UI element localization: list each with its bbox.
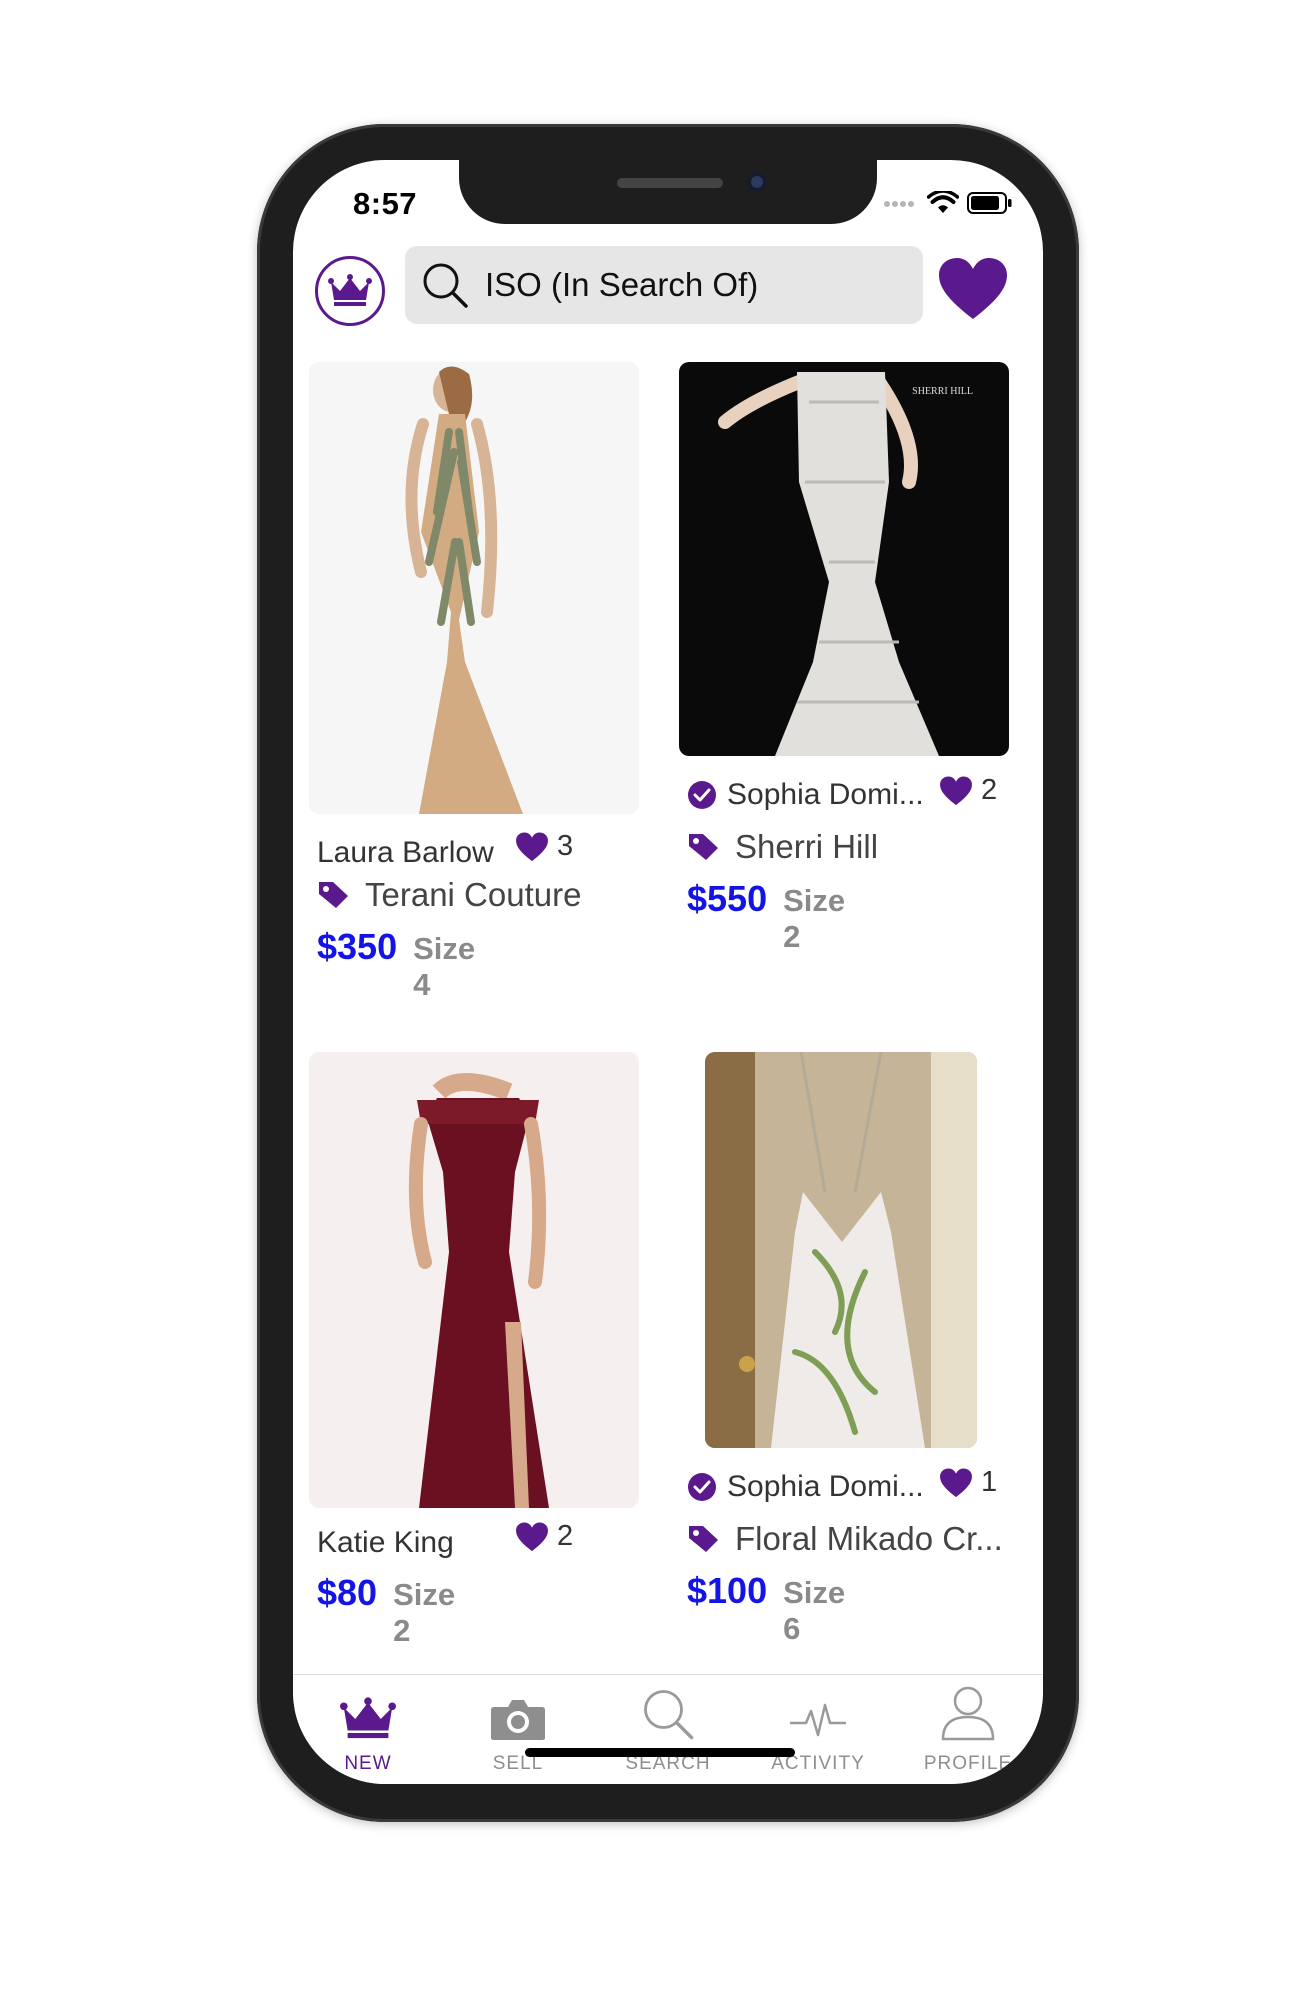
listing-size: Size 6 [783,1575,846,1646]
search-input[interactable] [485,266,905,304]
app-screen: 8:57 ISO (In Search Of) Laura Barlow 3 T… [293,160,1043,1784]
listing-seller[interactable]: Katie King [317,1526,517,1560]
listing-photo-white-lace-gown[interactable]: SHERRI HILL [679,362,1009,756]
listing-seller[interactable]: Sophia Domi... [687,778,933,812]
like-control[interactable]: 1 [939,1466,997,1499]
seller-name: Katie King [317,1526,454,1559]
crown-icon [340,1697,396,1739]
tab-bar: NEW SELL SEARCH ACTIVITY PROFILE [293,1674,1043,1784]
phone-frame: 8:57 ISO (In Search Of) Laura Barlow 3 T… [257,124,1079,1822]
tag-icon [689,834,718,860]
like-count: 1 [981,1466,998,1498]
listing-seller[interactable]: Sophia Domi... [687,1470,933,1504]
search-icon [644,1690,694,1740]
listing-seller[interactable]: Laura Barlow [317,836,517,870]
crown-home-button[interactable] [315,256,385,326]
listing-price: $80 [317,1572,378,1613]
device-notch [459,160,877,224]
verified-icon [688,781,716,809]
tag-icon [689,1526,718,1552]
heart-icon [940,775,972,805]
like-control[interactable]: 2 [515,1520,573,1553]
favorites-button[interactable] [933,254,1013,324]
price-row: $100 Size 6 [687,1570,845,1647]
tab-label: PROFILE [923,1753,1013,1774]
battery-icon [967,192,1012,214]
seller-name: Sophia Domi... [727,1470,924,1503]
like-count: 2 [981,774,998,806]
listing-price: $100 [687,1570,768,1611]
listing-size: Size 4 [413,931,476,1002]
tab-search[interactable]: SEARCH [593,1675,743,1775]
cellular-signal-icon [884,201,914,207]
listing-price: $350 [317,926,398,967]
brand-row: Sherri Hill [687,828,878,866]
tab-activity[interactable]: ACTIVITY [743,1675,893,1775]
like-count: 2 [557,1520,574,1552]
brand-name: Sherri Hill [735,828,879,865]
wifi-icon [927,191,959,213]
heart-icon [940,1467,972,1497]
brand-row: Floral Mikado Cr... [687,1520,1037,1558]
camera-icon [491,1700,545,1740]
search-bar[interactable] [405,246,923,324]
like-control[interactable]: 3 [515,830,573,863]
status-time: 8:57 [353,186,418,221]
home-indicator[interactable] [525,1748,795,1757]
image-watermark: SHERRI HILL [912,386,973,397]
tab-label: NEW [344,1753,392,1774]
activity-icon [790,1703,846,1737]
tag-icon [319,882,348,908]
front-camera [747,172,767,192]
speaker-grille [617,178,723,188]
seller-name: Laura Barlow [317,836,494,869]
heart-icon [516,831,548,861]
profile-icon [941,1686,995,1741]
heart-icon [516,1521,548,1551]
heart-icon [939,258,1007,319]
seller-name: Sophia Domi... [727,778,924,811]
listing-price: $550 [687,878,768,919]
listing-photo-floral-dress[interactable] [705,1052,977,1448]
crown-icon [328,274,372,306]
price-row: $350 Size 4 [317,926,475,1003]
listing-size: Size 2 [393,1577,456,1648]
brand-row: Terani Couture [317,876,581,914]
verified-icon [688,1473,716,1501]
like-count: 3 [557,830,574,862]
listing-size: Size 2 [783,883,846,954]
tab-profile[interactable]: PROFILE [893,1675,1043,1775]
status-icons [883,188,1013,218]
price-row: $550 Size 2 [687,878,845,955]
tab-sell[interactable]: SELL [443,1675,593,1775]
listing-photo-burgundy-gown[interactable] [309,1052,639,1508]
price-row: $80 Size 2 [317,1572,455,1649]
tab-new[interactable]: NEW [293,1675,443,1775]
like-control[interactable]: 2 [939,774,997,807]
brand-name: Terani Couture [365,876,582,913]
brand-name: Floral Mikado Cr... [735,1520,1003,1557]
search-icon [421,261,469,309]
listing-photo-gold-gown[interactable] [309,362,639,814]
